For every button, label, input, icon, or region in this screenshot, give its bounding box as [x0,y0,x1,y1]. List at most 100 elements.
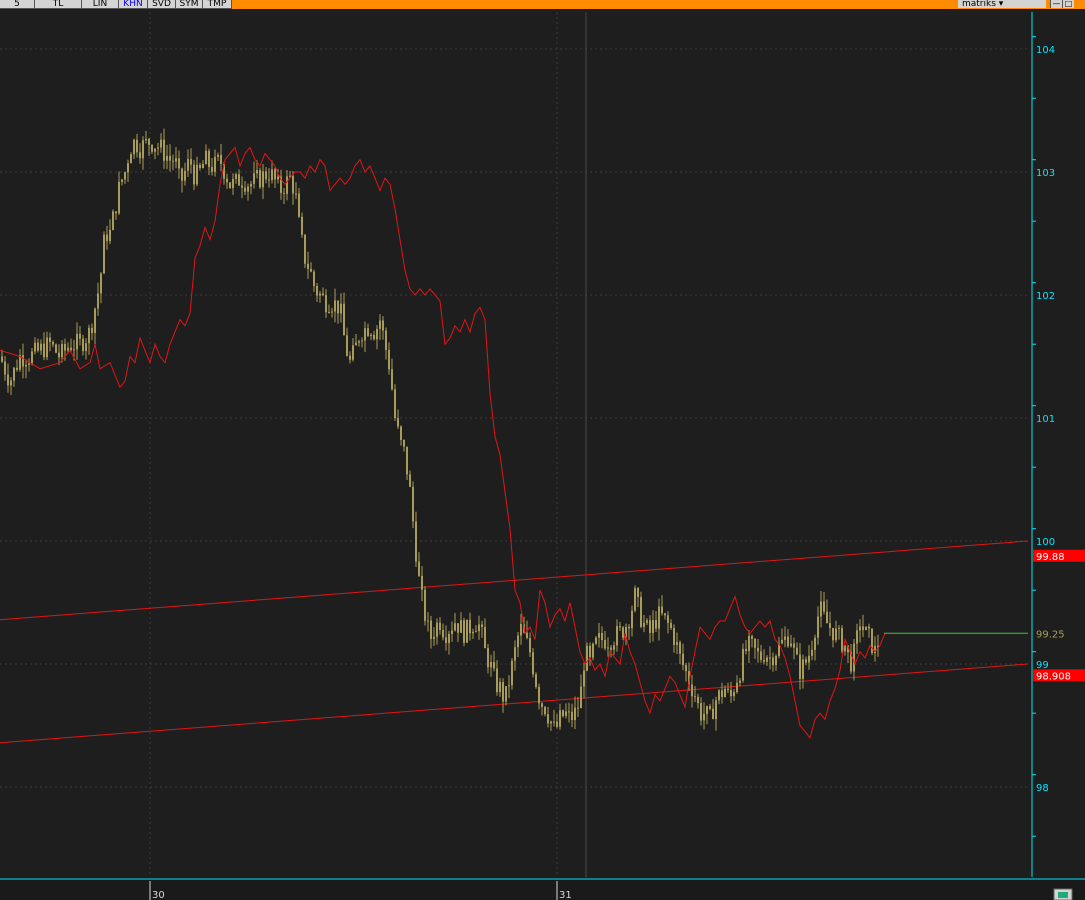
candle-body [865,626,867,630]
candle-body [718,690,720,701]
candle-body [691,684,693,697]
candle-body [49,337,51,342]
candle-body [73,349,75,351]
candle [304,234,306,269]
candle-body [283,192,285,194]
candle-body [382,320,384,331]
candle-body [34,342,36,352]
candle-body [592,643,594,658]
candle-body [643,622,645,627]
candle [112,209,114,231]
candle-body [136,139,138,153]
y-tick-label: 101 [1036,414,1055,425]
candle-body [193,164,195,185]
candle-body [715,700,717,720]
candle-body [358,341,360,343]
candle-body [466,619,468,643]
candle-body [355,342,357,346]
candle-body [154,148,156,152]
candle-body [748,635,750,652]
candle-body [511,660,513,686]
candle-body [25,364,27,367]
candle [463,617,465,647]
candle-body [262,171,264,188]
candle-body [562,710,564,717]
candle-body [568,711,570,713]
candle-body [418,561,420,576]
candle-body [163,139,165,161]
candle-body [571,711,573,721]
candle-body [46,337,48,358]
candle-body [406,446,408,475]
chart-settings-icon[interactable] [1053,888,1073,900]
candle-body [781,639,783,644]
candle-body [589,645,591,658]
channel-lower-tag: 98.908 [1033,669,1085,682]
candle-body [529,637,531,653]
candle-body [328,312,330,314]
y-tick-label: 102 [1036,291,1055,302]
candle-body [409,474,411,487]
candle-body [178,158,180,169]
candle-body [139,152,141,159]
candle-body [268,179,270,181]
candle-body [682,653,684,666]
channel-upper-tag-text: 99.88 [1036,552,1065,563]
candle-body [31,351,33,364]
candle-body [463,620,465,643]
candle-body [601,632,603,641]
candle-body [55,344,57,353]
candle-body [793,643,795,648]
x-tick-label: 30 [152,890,165,900]
candle-body [100,273,102,294]
candle-body [343,303,345,336]
candle-body [706,706,708,714]
candle-body [247,186,249,192]
candle-body [457,623,459,633]
candle-body [508,685,510,687]
candle-body [820,601,822,617]
candle-body [172,160,174,162]
candle-body [862,626,864,630]
candle-body [709,706,711,709]
candle-body [520,624,522,636]
candle-body [796,647,798,655]
candle-body [505,686,507,702]
candle-body [631,610,633,629]
candle-body [469,619,471,634]
candle-body [451,630,453,634]
candle-body [496,668,498,693]
candle-body [808,655,810,663]
candle-body [616,626,618,646]
candle-body [103,234,105,274]
candle-body [757,647,759,652]
price-axis[interactable]: 1041031021011009998 [1031,12,1055,877]
candle-body [667,615,669,623]
candle-body [79,333,81,339]
candle-body [814,637,816,650]
candle [865,626,867,631]
candle-body [544,706,546,715]
candle [412,481,414,529]
last-price-tag-text: 99.25 [1036,629,1065,640]
candle-body [52,341,54,345]
candle [634,585,636,613]
price-chart[interactable]: 1041031021011009998 30 31 99.8898.90899.2… [0,0,1085,900]
candle-body [811,649,813,656]
candle-body [370,334,372,337]
time-axis[interactable]: 30 31 [0,878,1085,900]
candle-body [211,167,213,172]
candle-body [676,642,678,645]
candle-body [391,369,393,390]
y-tick-label: 100 [1036,537,1055,548]
candle-body [367,328,369,337]
candle-body [493,661,495,669]
candle-body [655,620,657,629]
candle-body [826,611,828,624]
candle-body [598,632,600,638]
candle-body [619,626,621,628]
candle-body [835,628,837,641]
candle-body [226,178,228,183]
candle-body [115,211,117,214]
candle-body [94,308,96,333]
